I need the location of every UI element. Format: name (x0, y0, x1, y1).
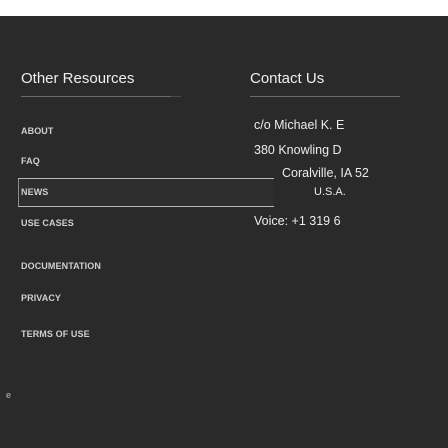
contact-us-section: Contact Us c/o Michael K. E 380 Knowling… (250, 0, 448, 448)
edge-character: e (6, 390, 12, 400)
voice-phone[interactable]: Voice: +1 319 6 (254, 214, 341, 228)
title-divider (250, 96, 400, 97)
address-line-4: U.S.A. (314, 186, 346, 198)
address-line-1: c/o Michael K. E (254, 118, 345, 132)
link-use-cases[interactable]: USE CASES (21, 218, 74, 228)
link-documentation[interactable]: DOCUMENTATION (21, 261, 101, 271)
title-divider (21, 96, 181, 97)
other-resources-section: Other Resources ABOUT FAQ NEWS USE CASES… (21, 0, 221, 448)
hover-highlight-box (18, 178, 274, 207)
link-privacy[interactable]: PRIVACY (21, 293, 61, 303)
address-line-2: 380 Knowling D (254, 143, 342, 157)
other-resources-title: Other Resources (21, 70, 135, 87)
link-faq[interactable]: FAQ (21, 156, 40, 166)
address-line-3: Coralville, IA 52 (282, 166, 369, 180)
contact-us-title: Contact Us (250, 70, 325, 87)
link-terms-of-use[interactable]: TERMS OF USE (21, 329, 90, 339)
link-about[interactable]: ABOUT (21, 126, 54, 136)
